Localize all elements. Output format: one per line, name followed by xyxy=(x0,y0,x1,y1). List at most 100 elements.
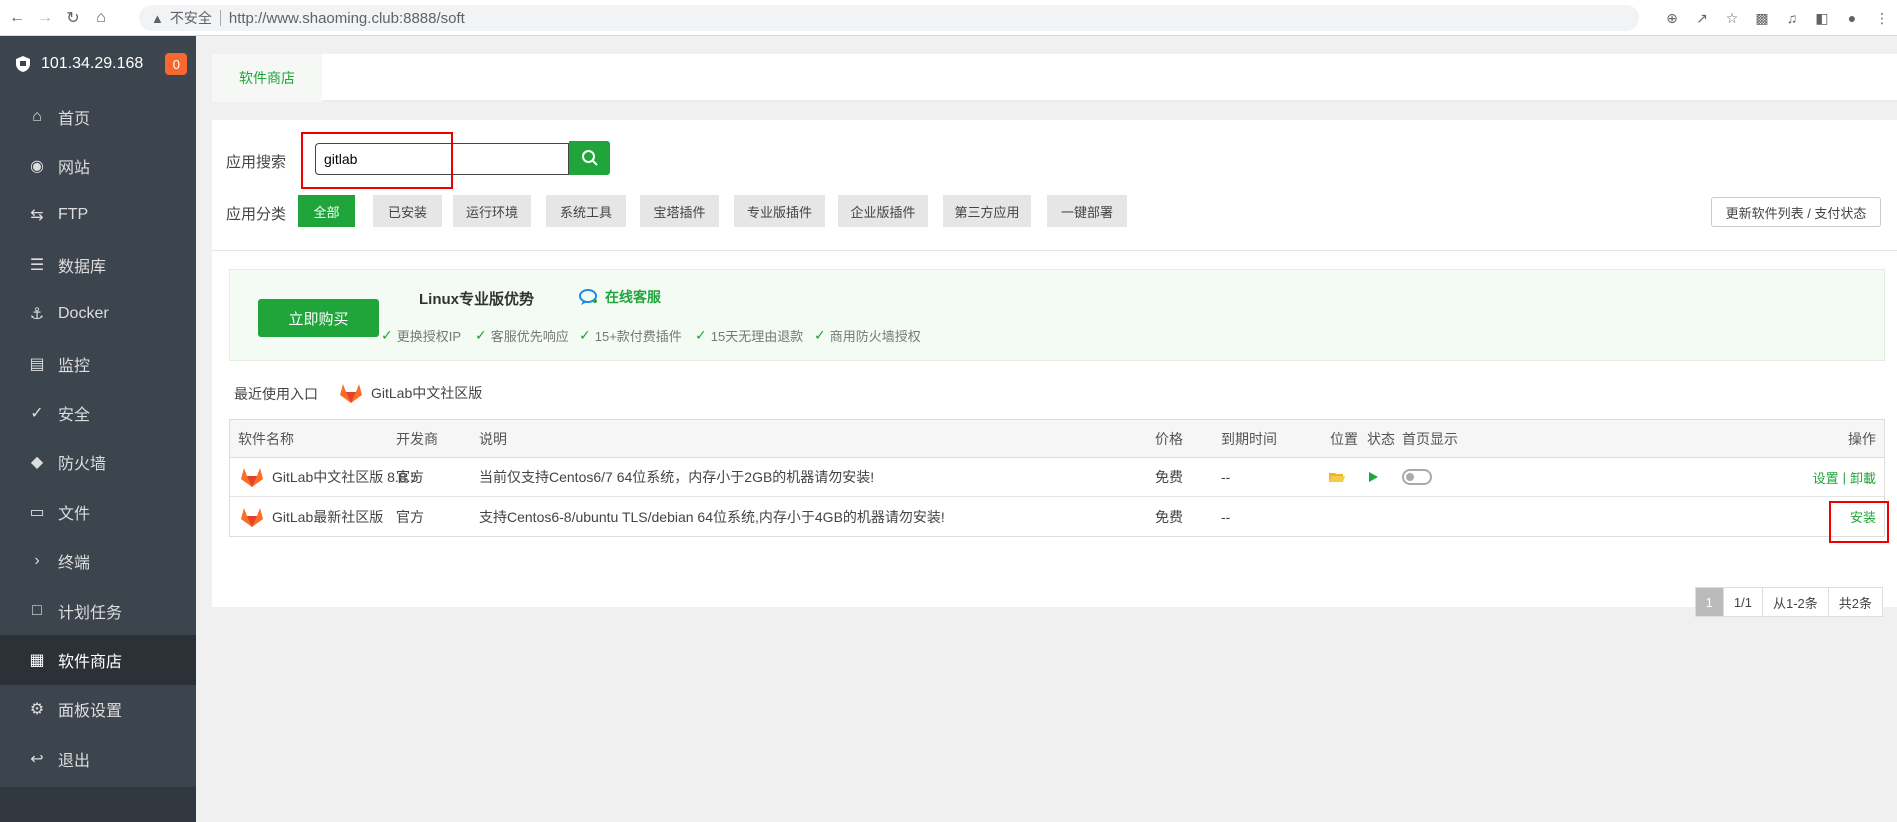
recent-app-link[interactable]: GitLab中文社区版 xyxy=(339,382,482,404)
check-icon: ✓ xyxy=(579,327,591,343)
page-current[interactable]: 1 xyxy=(1694,587,1724,617)
promo-feature-label: 15天无理由退款 xyxy=(710,329,804,344)
promo-feature: ✓ 商用防火墙授权 xyxy=(814,326,921,345)
home-display-toggle[interactable] xyxy=(1402,458,1432,496)
home-browser-icon[interactable]: ⌂ xyxy=(90,7,112,29)
search-label: 应用搜索 xyxy=(226,154,287,171)
category-tab-5[interactable]: 专业版插件 xyxy=(734,195,825,227)
category-tab-4[interactable]: 宝塔插件 xyxy=(640,195,719,227)
category-label: 应用分类 xyxy=(226,206,287,223)
sidebar-item-8[interactable]: ▭ 文件 xyxy=(0,487,196,536)
buy-now-button[interactable]: 立即购买 xyxy=(258,299,379,337)
grid-icon: ▦ xyxy=(29,651,45,669)
sidebar-item-label: 安全 xyxy=(58,407,91,425)
warning-icon: ▲ xyxy=(151,10,164,26)
sidebar-item-5[interactable]: ▤ 监控 xyxy=(0,339,196,388)
refresh-list-button[interactable]: 更新软件列表 / 支付状态 xyxy=(1711,197,1881,227)
notification-badge[interactable]: 0 xyxy=(165,53,188,75)
page-count: 1/1 xyxy=(1722,587,1763,617)
sidebar-item-12[interactable]: ⚙ 面板设置 xyxy=(0,685,196,734)
sidebar-item-1[interactable]: ◉ 网站 xyxy=(0,141,196,190)
sidebar-item-label: Docker xyxy=(58,305,109,323)
category-tab-3[interactable]: 系统工具 xyxy=(546,195,626,227)
search-button[interactable] xyxy=(569,141,610,175)
row-name-cell: GitLab最新社区版 xyxy=(240,497,383,536)
sidebar-item-label: 防火墙 xyxy=(58,456,107,474)
online-support-link[interactable]: 在线客服 xyxy=(578,287,661,307)
price: 免费 xyxy=(1155,469,1183,485)
back-arrow-icon[interactable]: ← xyxy=(6,7,28,29)
category-tab-0[interactable]: 全部 xyxy=(298,195,355,227)
menu-kebab-icon[interactable]: ⋮ xyxy=(1867,10,1897,27)
category-tab-1[interactable]: 已安装 xyxy=(373,195,442,227)
sidebar-item-7[interactable]: ◆ 防火墙 xyxy=(0,438,196,487)
browser-actions: ⊕ ↗ ☆ ▩ ♫ ◧ ● ⋮ xyxy=(1657,0,1897,36)
promo-feature-label: 更换授权IP xyxy=(396,329,462,344)
check-icon: ✓ xyxy=(381,327,393,343)
description: 当前仅支持Centos6/7 64位系统，内存小于2GB的机器请勿安装! xyxy=(479,469,875,485)
software-name: GitLab最新社区版 xyxy=(272,508,384,525)
check-icon: ✓ xyxy=(695,327,707,343)
sidebar-footer xyxy=(0,787,196,822)
promo-feature: ✓ 15天无理由退款 xyxy=(695,326,803,345)
uninstall-link[interactable]: 卸載 xyxy=(1850,468,1876,487)
sidebar-item-label: 监控 xyxy=(58,357,91,375)
tab-software-store[interactable]: 软件商店 xyxy=(212,54,322,102)
sidebar-item-13[interactable]: ↩ 退出 xyxy=(0,734,196,783)
search-icon xyxy=(581,150,598,166)
shield-check-icon: ✓ xyxy=(30,405,44,423)
sidebar-item-4[interactable]: ⚓ Docker xyxy=(0,290,196,339)
reload-icon[interactable]: ↻ xyxy=(62,7,84,29)
sidebar-item-9[interactable]: › 终端 xyxy=(0,537,196,586)
online-support-label: 在线客服 xyxy=(605,289,661,305)
sidebar-item-3[interactable]: ☰ 数据库 xyxy=(0,240,196,289)
open-folder-icon[interactable] xyxy=(1329,458,1345,496)
category-tab-6[interactable]: 企业版插件 xyxy=(838,195,928,227)
sidebar-item-label: 计划任务 xyxy=(58,604,123,622)
page-range: 从1-2条 xyxy=(1761,587,1829,617)
toggle-switch[interactable] xyxy=(1402,469,1432,485)
divider xyxy=(212,250,1897,251)
sidebar-item-label: 网站 xyxy=(58,160,91,178)
sidebar-item-label: 首页 xyxy=(58,110,91,128)
forward-arrow-icon[interactable]: → xyxy=(34,7,56,29)
server-ip: 101.34.29.168 xyxy=(41,55,144,72)
col-developer: 开发商 xyxy=(396,430,438,447)
recent-label: 最近使用入口 xyxy=(234,386,318,402)
profile-icon[interactable]: ● xyxy=(1837,10,1867,26)
sidebar-item-6[interactable]: ✓ 安全 xyxy=(0,388,196,437)
sidebar-item-0[interactable]: ⌂ 首页 xyxy=(0,92,196,141)
table-row: GitLab中文社区版 8.8.5 官方 当前仅支持Centos6/7 64位系… xyxy=(230,458,1884,497)
category-tab-8[interactable]: 一键部署 xyxy=(1047,195,1127,227)
docker-icon: ⚓ xyxy=(29,306,45,324)
promo-feature-label: 商用防火墙授权 xyxy=(829,329,921,344)
play-status-icon[interactable] xyxy=(1367,458,1379,496)
category-tab-2[interactable]: 运行环境 xyxy=(453,195,531,227)
firewall-shield-icon: ◆ xyxy=(30,454,44,472)
settings-link[interactable]: 设置 xyxy=(1813,468,1839,487)
url-text: http://www.shaoming.club:8888/soft xyxy=(228,9,465,27)
pagination: 1 1/1 从1-2条 共2条 xyxy=(1694,587,1883,617)
promo-feature: ✓ 更换授权IP xyxy=(381,326,461,345)
media-icon[interactable]: ♫ xyxy=(1777,10,1807,26)
category-tab-7[interactable]: 第三方应用 xyxy=(943,195,1031,227)
share-icon[interactable]: ↗ xyxy=(1687,10,1717,27)
gitlab-logo-icon xyxy=(340,384,362,403)
bookmark-star-icon[interactable]: ☆ xyxy=(1717,10,1747,27)
col-operations: 操作 xyxy=(1848,430,1876,447)
monitor-icon: ▤ xyxy=(29,355,45,373)
extensions-icon[interactable]: ▩ xyxy=(1747,10,1777,27)
terminal-icon: › xyxy=(34,552,40,570)
software-table: 软件名称 开发商 说明 价格 到期时间 位置 状态 首页显示 操作 GitLab… xyxy=(229,419,1885,537)
address-separator xyxy=(219,10,221,26)
side-panel-icon[interactable]: ◧ xyxy=(1807,10,1837,27)
main-content: 软件商店 应用搜索 应用分类 全部已安装运行环境系统工具宝塔插件专业版插件企业版… xyxy=(196,36,1897,822)
sidebar-item-11[interactable]: ▦ 软件商店 xyxy=(0,635,196,685)
address-bar[interactable]: ▲ 不安全 http://www.shaoming.club:8888/soft xyxy=(139,5,1639,31)
zoom-icon[interactable]: ⊕ xyxy=(1657,10,1687,27)
col-status: 状态 xyxy=(1367,430,1395,447)
check-icon: ✓ xyxy=(814,327,826,343)
sidebar-item-label: 面板设置 xyxy=(58,703,123,721)
sidebar-item-10[interactable]: □ 计划任务 xyxy=(0,586,196,635)
sidebar-item-2[interactable]: ⇆ FTP xyxy=(0,191,196,240)
